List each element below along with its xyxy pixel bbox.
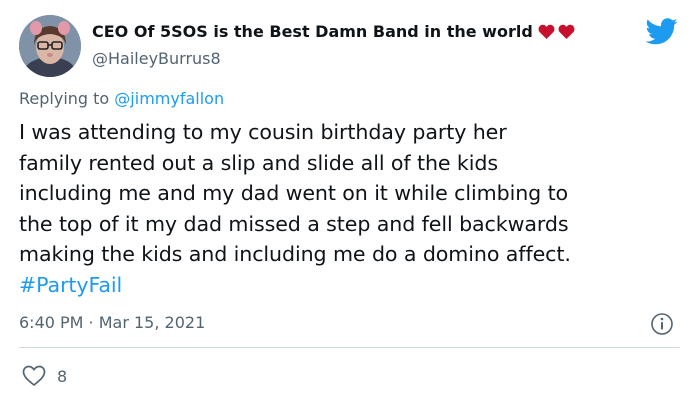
tweet-text: I was attending to my cousin birthday pa… [19, 117, 689, 300]
tweet-timestamp[interactable]: 6:40 PM · Mar 15, 2021 [19, 313, 205, 332]
tweet-line: the top of it my dad missed a step and f… [19, 211, 569, 236]
mention-link[interactable]: @jimmyfallon [114, 89, 224, 108]
avatar-image [19, 15, 81, 77]
tweet-line: including me and my dad went on it while… [19, 181, 569, 205]
name-emoji-group [535, 24, 575, 39]
info-icon[interactable] [650, 312, 674, 336]
twitter-bird-icon[interactable] [646, 18, 678, 45]
heart-outline-icon[interactable] [22, 365, 46, 387]
like-count: 8 [57, 366, 68, 386]
author-handle[interactable]: @HaileyBurrus8 [92, 49, 221, 68]
divider [19, 347, 680, 348]
tweet-line: family rented out a slip and slide all o… [19, 150, 498, 175]
heart-icon [538, 24, 555, 39]
tweet-card: CEO Of 5SOS is the Best Damn Band in the… [0, 0, 700, 402]
replying-to: Replying to @jimmyfallon [19, 89, 224, 108]
hashtag-link[interactable]: #PartyFail [19, 270, 689, 301]
display-name[interactable]: CEO Of 5SOS is the Best Damn Band in the… [92, 22, 533, 41]
author-name-row[interactable]: CEO Of 5SOS is the Best Damn Band in the… [92, 22, 575, 41]
replying-prefix: Replying to [19, 89, 110, 108]
avatar[interactable] [19, 15, 81, 77]
tweet-line: I was attending to my cousin birthday pa… [19, 120, 507, 144]
heart-icon [558, 24, 575, 39]
tweet-line: making the kids and including me do a do… [19, 242, 571, 266]
like-button[interactable]: 8 [22, 365, 67, 387]
